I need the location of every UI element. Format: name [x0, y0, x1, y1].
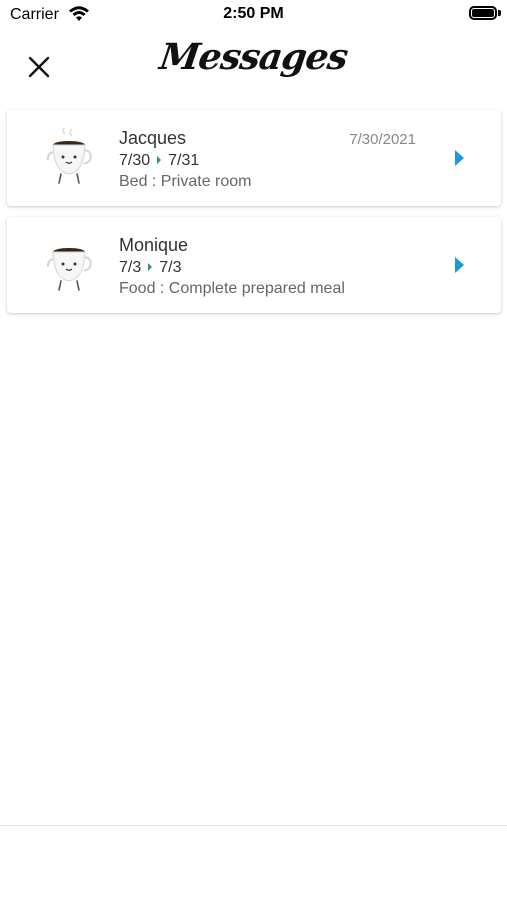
date-to: 7/3	[159, 259, 182, 276]
status-time: 2:50 PM	[223, 5, 284, 22]
status-bar: Carrier 2:50 PM	[0, 0, 507, 30]
date-range: 7/30 7/31	[119, 152, 199, 170]
bottom-bar	[0, 825, 507, 901]
chevron-right-icon[interactable]	[455, 257, 464, 273]
date-from: 7/30	[119, 152, 151, 169]
message-detail: Food : Complete prepared meal	[119, 280, 345, 297]
date-from: 7/3	[119, 259, 142, 276]
message-list: Jacques 7/30/2021 7/30 7/31 Bed : Private…	[7, 110, 501, 324]
battery-icon	[469, 6, 497, 20]
contact-name: Jacques	[119, 128, 187, 148]
header: Messages	[0, 30, 507, 104]
message-card[interactable]: Jacques 7/30/2021 7/30 7/31 Bed : Private…	[7, 110, 501, 206]
battery-tip	[498, 10, 501, 16]
message-card[interactable]: Monique 7/3 7/3 Food : Complete prepared …	[7, 217, 501, 313]
message-date: 7/30/2021	[349, 131, 416, 148]
page-title: Messages	[157, 36, 350, 78]
coffee-cup-icon	[46, 248, 92, 291]
contact-name: Monique	[119, 235, 189, 255]
date-to: 7/31	[168, 152, 200, 169]
caret-right-icon	[157, 156, 162, 165]
message-detail: Bed : Private room	[119, 173, 252, 190]
date-range: 7/3 7/3	[119, 259, 182, 277]
coffee-cup-icon	[46, 128, 92, 184]
chevron-right-icon[interactable]	[455, 150, 464, 166]
caret-right-icon	[148, 263, 153, 272]
